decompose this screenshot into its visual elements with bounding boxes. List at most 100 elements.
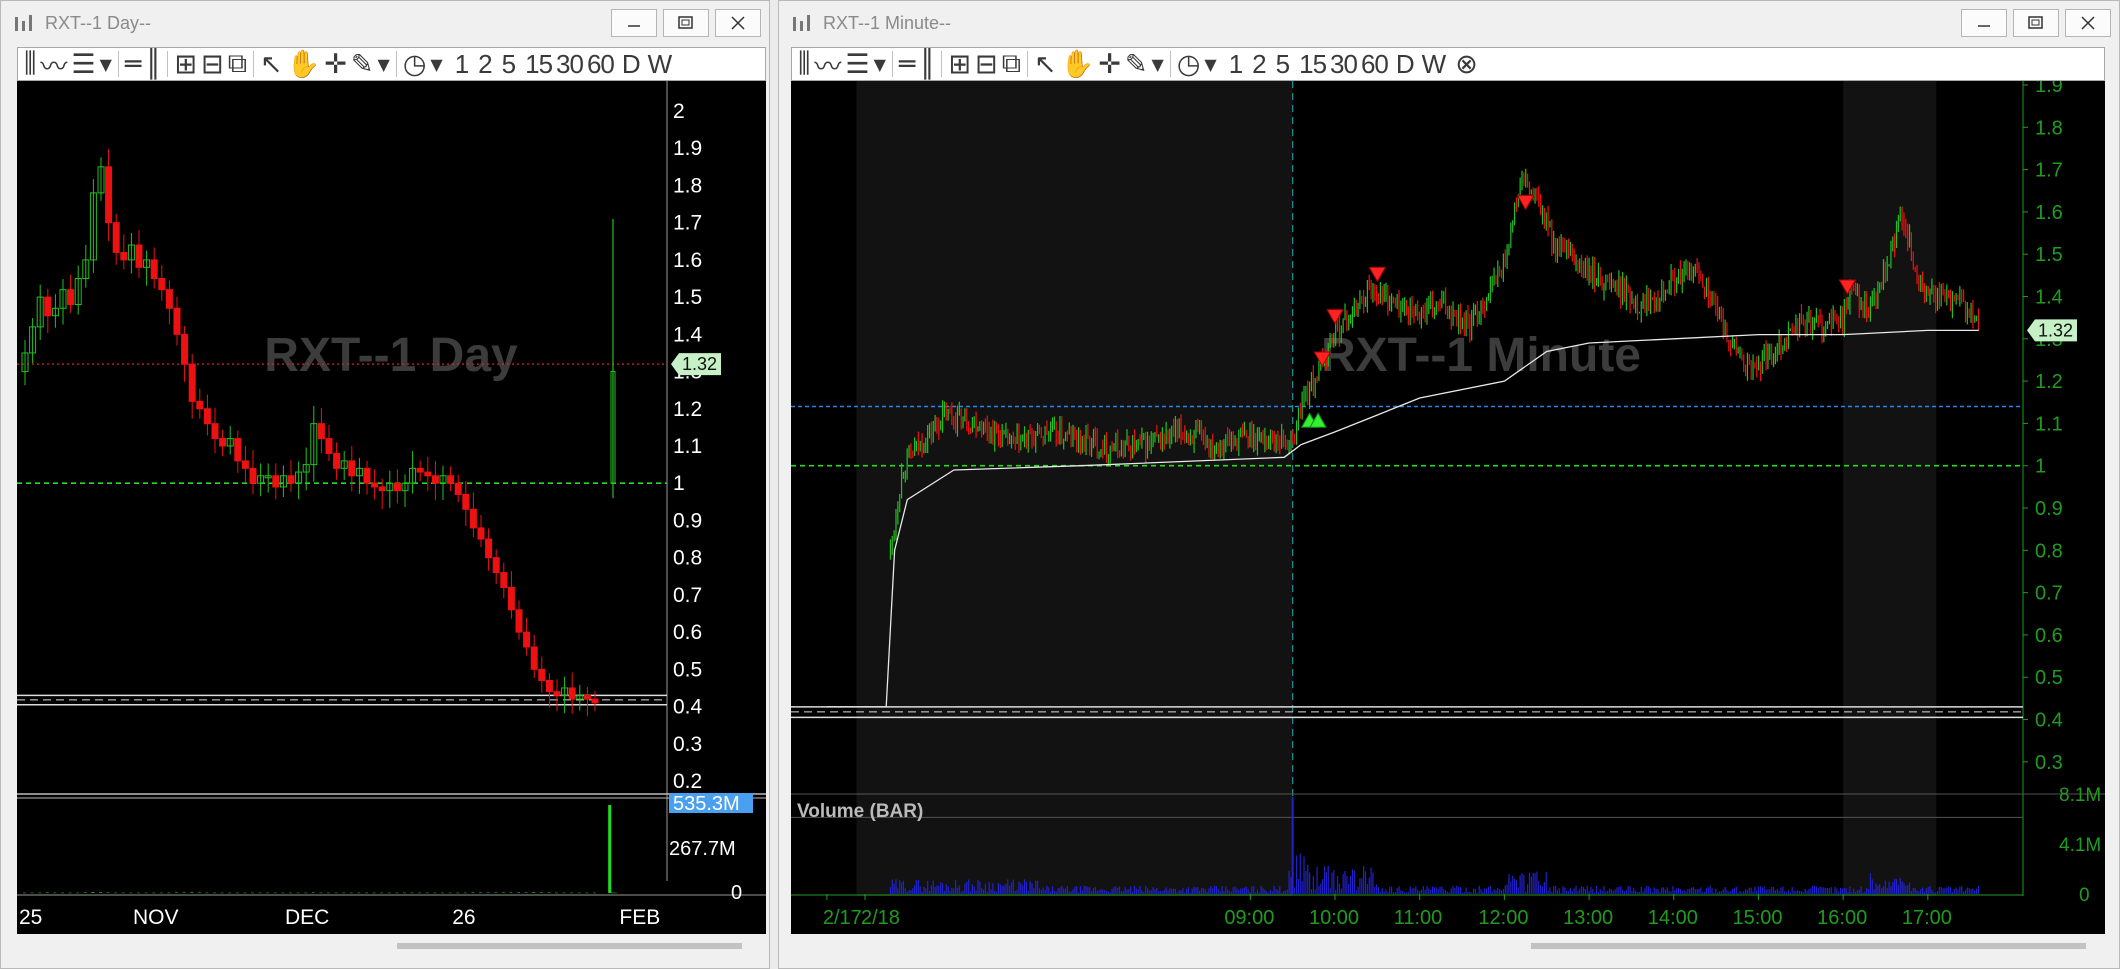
interval-week-button[interactable]: W: [1420, 49, 1448, 79]
bar-style-icon[interactable]: ⫼: [22, 48, 38, 79]
price-tick-label: 1: [673, 472, 685, 495]
toolbar-divider: [941, 51, 943, 77]
vertical-line-icon[interactable]: ║: [917, 49, 937, 80]
toolbar-divider: [117, 51, 119, 77]
pointer-icon[interactable]: ↖: [258, 49, 285, 80]
interval-15-button[interactable]: 15: [523, 49, 554, 79]
hand-icon[interactable]: ✋: [285, 49, 323, 80]
interval-5-button[interactable]: 5: [500, 49, 517, 79]
minimize-button[interactable]: [611, 9, 657, 37]
minute-chart-area[interactable]: RXT--1 Minute 0.3 0.4 0.5 0.6 0.7 0.8 0.9 1 1.1 1…: [791, 81, 2105, 934]
interval-day-button[interactable]: D: [1394, 49, 1416, 79]
pointer-icon[interactable]: ↖: [1032, 49, 1059, 80]
volume-bar: [83, 892, 87, 894]
interval-60-button[interactable]: 60: [585, 49, 616, 79]
interval-5-button[interactable]: 5: [1274, 49, 1291, 79]
clock-icon[interactable]: ◷: [1175, 49, 1203, 80]
volume-bar: [121, 892, 125, 894]
maximize-button[interactable]: [663, 9, 709, 37]
dropdown-arrow-icon[interactable]: ▼: [1202, 49, 1218, 79]
volume-bar: [365, 892, 368, 894]
interval-60-button[interactable]: 60: [1359, 49, 1390, 79]
window-titlebar[interactable]: RXT--1 Day--: [1, 1, 769, 45]
indicator-icon[interactable]: ☰: [843, 49, 871, 80]
volume-bar: [486, 892, 490, 894]
zoom-in-icon[interactable]: ⊞: [172, 49, 199, 80]
interval-15-button[interactable]: 15: [1297, 49, 1328, 79]
price-tick-label: 1.9: [2035, 81, 2063, 97]
volume-bar: [327, 892, 330, 894]
price-label-tag: 1.32: [671, 353, 721, 376]
hand-icon[interactable]: ✋: [1059, 49, 1097, 80]
close-button[interactable]: [2065, 9, 2111, 37]
clock-icon[interactable]: ◷: [401, 49, 429, 80]
dropdown-arrow-icon[interactable]: ▼: [872, 49, 888, 79]
interval-30-button[interactable]: 30: [554, 49, 585, 79]
line-style-icon[interactable]: 〰: [38, 49, 69, 81]
interval-week-button[interactable]: W: [646, 49, 674, 79]
horizontal-line-icon[interactable]: ═: [897, 49, 917, 80]
bar-style-icon[interactable]: ⫼: [796, 48, 812, 79]
candle-body: [67, 289, 75, 306]
zoom-out-icon[interactable]: ⊟: [199, 49, 226, 80]
price-tick-label: 1.5: [673, 286, 702, 309]
time-tick-label: 2/18: [861, 907, 900, 929]
crosshair-icon[interactable]: ✛: [322, 49, 349, 80]
toolbar-divider: [253, 51, 255, 77]
line-style-icon[interactable]: 〰: [812, 49, 843, 81]
volume-bar: [91, 892, 95, 893]
close-button[interactable]: [715, 9, 761, 37]
signal-markers: [1300, 194, 1857, 428]
interval-1-button[interactable]: 1: [1227, 49, 1244, 79]
candle-body: [424, 471, 432, 477]
dropdown-arrow-icon[interactable]: ▼: [98, 49, 114, 79]
dropdown-arrow-icon[interactable]: ▼: [428, 49, 444, 79]
volume-bar: [289, 892, 292, 894]
zoom-in-icon[interactable]: ⊞: [946, 49, 973, 80]
pencil-icon[interactable]: ✎: [349, 49, 376, 80]
horizontal-scrollbar[interactable]: [17, 936, 766, 956]
pencil-icon[interactable]: ✎: [1123, 49, 1150, 80]
candle-body: [249, 467, 257, 484]
window-titlebar[interactable]: RXT--1 Minute--: [779, 1, 2119, 45]
interval-2-button[interactable]: 2: [1250, 49, 1267, 79]
interval-30-button[interactable]: 30: [1328, 49, 1359, 79]
price-tick-label: 0.8: [673, 547, 702, 570]
vertical-line-icon[interactable]: ║: [143, 49, 163, 80]
maximize-button[interactable]: [2013, 9, 2059, 37]
scrollbar-thumb[interactable]: [397, 943, 742, 949]
volume-bar: [228, 892, 232, 894]
horizontal-line-icon[interactable]: ═: [123, 49, 143, 80]
time-tick-label: 2/17: [823, 907, 862, 929]
candle-body: [173, 307, 181, 335]
window-title: RXT--1 Minute--: [823, 12, 952, 33]
interval-2-button[interactable]: 2: [476, 49, 493, 79]
toolbar-divider: [1169, 51, 1171, 77]
volume-bar: [319, 892, 323, 894]
zoom-fit-icon[interactable]: ⧉: [226, 48, 249, 79]
price-tick-label: 0.3: [673, 733, 702, 756]
toolbar-divider: [891, 51, 893, 77]
volume-bar: [524, 892, 528, 894]
price-label-tag: 1.32: [2027, 319, 2077, 342]
candle-body: [538, 668, 546, 681]
price-tick-label: 0.7: [2035, 583, 2063, 605]
horizontal-scrollbar[interactable]: [791, 936, 2105, 956]
zoom-fit-icon[interactable]: ⧉: [1000, 48, 1023, 79]
indicator-icon[interactable]: ☰: [69, 49, 97, 80]
candle-body: [211, 423, 219, 440]
close-circle-icon[interactable]: ⊗: [1453, 49, 1480, 80]
interval-day-button[interactable]: D: [620, 49, 642, 79]
crosshair-icon[interactable]: ✛: [1096, 49, 1123, 80]
minimize-button[interactable]: [1961, 9, 2007, 37]
volume-bar: [501, 892, 505, 894]
scrollbar-thumb[interactable]: [1531, 943, 2086, 949]
zoom-out-icon[interactable]: ⊟: [973, 49, 1000, 80]
time-tick-label: 16:00: [1817, 907, 1867, 929]
interval-1-button[interactable]: 1: [453, 49, 470, 79]
dropdown-arrow-icon[interactable]: ▼: [376, 49, 392, 79]
dropdown-arrow-icon[interactable]: ▼: [1150, 49, 1166, 79]
daily-chart-area[interactable]: RXT--1 Day 0.2 0.3 0.4 0.5 0.6 0.7 0.8 0.9 1 1.1 1…: [17, 81, 766, 934]
price-tick-label: 0.4: [673, 696, 703, 719]
volume-bar: [23, 892, 26, 894]
